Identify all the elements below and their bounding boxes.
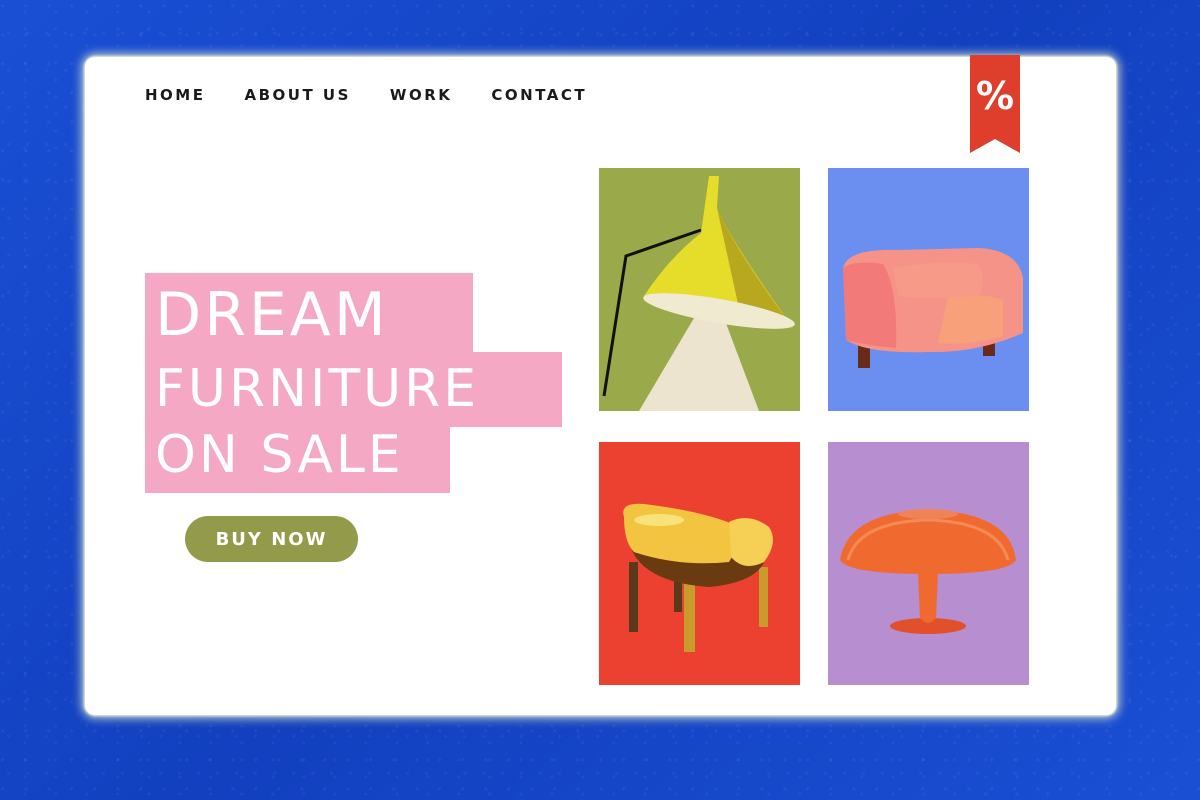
nav-work[interactable]: WORK [390,85,452,105]
product-tile-floor-lamp[interactable] [599,168,800,411]
buy-now-button[interactable]: BUY NOW [185,516,358,562]
chair-illustration [599,442,800,685]
nav-contact[interactable]: CONTACT [491,85,587,105]
main-nav: HOME ABOUT US WORK CONTACT [145,85,587,105]
nav-home[interactable]: HOME [145,85,205,105]
nav-about-us[interactable]: ABOUT US [244,85,350,105]
hero-line-2: FURNITURE [145,352,562,427]
sale-badge[interactable]: % [970,55,1020,153]
product-tile-table-lamp[interactable] [828,442,1029,685]
floor-lamp-illustration [599,168,800,411]
product-tile-chair[interactable] [599,442,800,685]
hero-line-3: ON SALE [145,426,450,493]
page-window: HOME ABOUT US WORK CONTACT % DREAM FURNI… [85,55,1116,715]
product-tile-armchair[interactable] [828,168,1029,411]
armchair-illustration [828,168,1029,411]
percent-icon: % [975,74,1015,118]
table-lamp-illustration [828,442,1029,685]
hero-line-1: DREAM [145,273,473,353]
